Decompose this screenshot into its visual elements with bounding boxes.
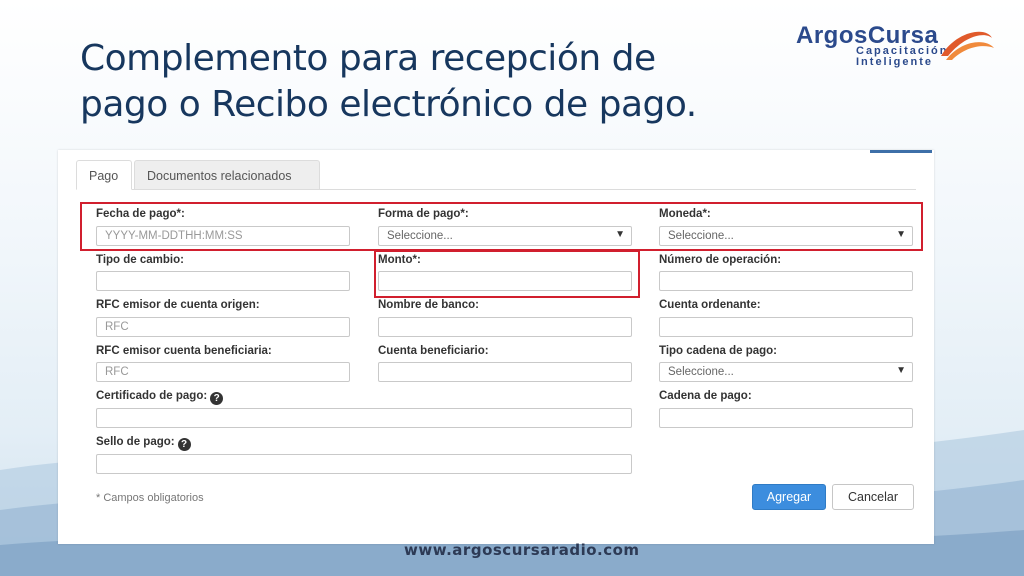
sello-label-text: Sello de pago: (96, 436, 175, 448)
footer-url: www.argoscursaradio.com (404, 541, 640, 559)
tipo-cadena-value: Seleccione... (668, 366, 734, 378)
tab-documentos-relacionados[interactable]: Documentos relacionados (134, 160, 320, 190)
logo-tagline: Capacitación Inteligente (856, 46, 948, 68)
nombre-banco-label: Nombre de banco: (378, 299, 479, 311)
tab-pago[interactable]: Pago (76, 160, 132, 190)
cadena-label: Cadena de pago: (659, 390, 752, 402)
slide-title: Complemento para recepción de pago o Rec… (80, 36, 780, 128)
agregar-button[interactable]: Agregar (752, 484, 826, 510)
help-icon[interactable]: ? (177, 438, 191, 451)
numero-operacion-input[interactable] (659, 271, 913, 291)
nombre-banco-input[interactable] (378, 317, 632, 337)
cuenta-ordenante-label: Cuenta ordenante: (659, 299, 761, 311)
tipo-cadena-select[interactable]: Seleccione... ▼ (659, 362, 913, 382)
numero-operacion-label: Número de operación: (659, 254, 782, 266)
cadena-input[interactable] (659, 408, 913, 428)
required-fields-note: * Campos obligatorios (96, 492, 204, 504)
cancelar-button[interactable]: Cancelar (832, 484, 914, 510)
sello-input[interactable] (96, 454, 632, 474)
tipo-cambio-input[interactable] (96, 271, 350, 291)
certificado-input[interactable] (96, 408, 632, 428)
tipo-cambio-label: Tipo de cambio: (96, 254, 184, 266)
argoscursa-logo: ArgosCursa Capacitación Inteligente (796, 22, 996, 70)
swirl-logo-icon (941, 31, 994, 60)
help-icon[interactable]: ? (210, 392, 224, 405)
cuenta-beneficiario-label: Cuenta beneficiario: (378, 345, 489, 357)
panel-accent-line (870, 150, 932, 153)
slide-title-line-2: pago o Recibo electrónico de pago. (80, 84, 697, 125)
rfc-origen-label: RFC emisor de cuenta origen: (96, 299, 260, 311)
certificado-label-text: Certificado de pago: (96, 390, 208, 402)
cuenta-beneficiario-input[interactable] (378, 362, 632, 382)
cuenta-ordenante-input[interactable] (659, 317, 913, 337)
form-tabs: Pago Documentos relacionados (76, 160, 916, 190)
rfc-beneficiaria-input[interactable]: RFC (96, 362, 350, 382)
rfc-origen-input[interactable]: RFC (96, 317, 350, 337)
required-fields-highlight (80, 202, 923, 251)
rfc-beneficiaria-label: RFC emisor cuenta beneficiaria: (96, 345, 272, 357)
sello-label: Sello de pago:? (96, 436, 191, 451)
slide-title-line-1: Complemento para recepción de (80, 38, 656, 79)
logo-tagline-line-2: Inteligente (856, 56, 934, 68)
chevron-down-icon: ▼ (896, 365, 906, 376)
payment-form-panel: Pago Documentos relacionados Fecha de pa… (58, 150, 934, 544)
tipo-cadena-label: Tipo cadena de pago: (659, 345, 777, 357)
certificado-label: Certificado de pago:? (96, 390, 224, 405)
monto-highlight (374, 250, 640, 298)
